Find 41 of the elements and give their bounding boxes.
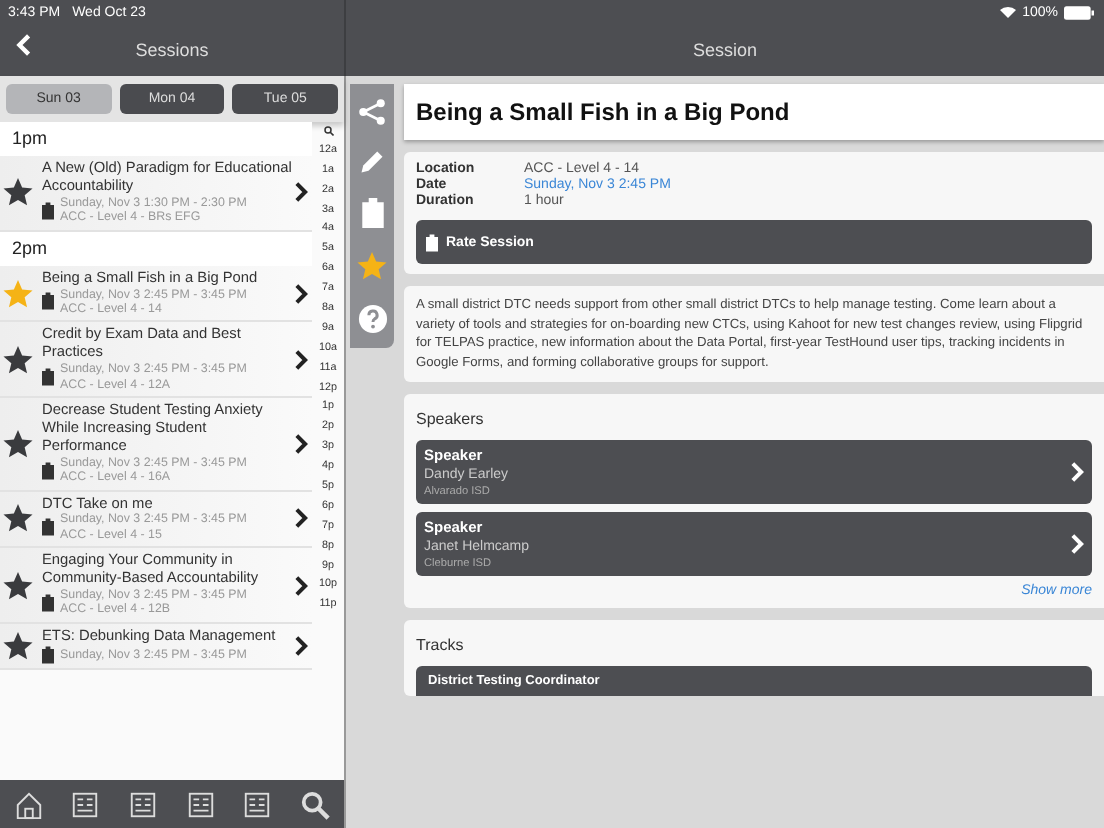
help-icon[interactable] (357, 303, 387, 334)
battery-icon (1064, 5, 1094, 19)
clipboard-icon (42, 368, 54, 387)
chevron-icon[interactable] (294, 508, 308, 529)
star-icon[interactable] (2, 629, 34, 662)
schedule-icon[interactable] (70, 789, 101, 819)
chevron-icon[interactable] (294, 283, 308, 303)
pencil-icon[interactable] (358, 148, 386, 177)
clipboard-icon (426, 233, 438, 251)
star-icon[interactable] (2, 427, 34, 460)
chevron-icon[interactable] (294, 635, 308, 656)
time-heading: 1pm (0, 122, 312, 156)
section-heading: Tracks (416, 636, 466, 655)
search-icon[interactable] (300, 789, 331, 819)
clipboard-icon (42, 518, 54, 537)
clipboard-icon (42, 201, 54, 220)
section-heading: Speakers (416, 410, 486, 429)
clipboard-icon (42, 461, 54, 480)
nav-title: Session (692, 40, 758, 60)
star-icon[interactable] (2, 569, 34, 602)
back-icon[interactable] (16, 34, 32, 56)
star-icon[interactable] (356, 249, 388, 282)
share-icon[interactable] (358, 98, 386, 127)
chevron-icon[interactable] (294, 433, 308, 454)
chevron-icon[interactable] (294, 349, 308, 370)
chevron-icon[interactable] (294, 182, 308, 203)
wifi-icon (1000, 6, 1017, 18)
chevron-icon[interactable] (294, 575, 308, 596)
star-icon[interactable] (2, 176, 34, 209)
nav-title: Sessions (135, 40, 209, 60)
star-icon[interactable] (2, 343, 34, 376)
search-icon[interactable] (323, 126, 333, 136)
clipboard-icon (42, 292, 54, 311)
clipboard-icon (42, 645, 54, 664)
star-icon[interactable] (2, 502, 34, 535)
home-icon[interactable] (13, 789, 44, 819)
clipboard-icon (42, 593, 54, 612)
clipboard-icon[interactable] (361, 197, 383, 228)
star-icon[interactable] (2, 277, 34, 309)
session-heading: Being a Small Fish in a Big Pond (404, 84, 1104, 140)
time-heading: 2pm (0, 231, 312, 266)
